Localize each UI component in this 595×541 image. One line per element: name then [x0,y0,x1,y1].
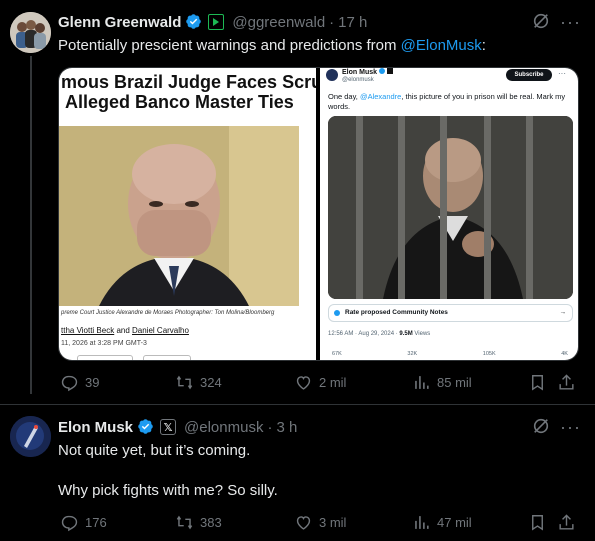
tweet1-text: Potentially prescient warnings and predi… [58,36,486,56]
views-button[interactable]: 85 mil [412,373,472,392]
mention-link[interactable]: @ElonMusk [401,37,482,54]
article-share-button-2 [143,355,191,360]
repost-button[interactable]: 324 [175,373,222,392]
x-affiliate-icon: 𝕏 [160,419,177,435]
media-image-left[interactable]: mous Brazil Judge Faces Scru Alleged Ban… [59,68,316,360]
views-count: 85 mil [437,375,472,390]
tweet1-media[interactable]: mous Brazil Judge Faces Scru Alleged Ban… [58,67,579,361]
author-handle[interactable]: @ggreenwald [232,14,325,31]
embedded-text: One day, @Alexandre, this picture of you… [328,92,572,112]
avatar-glenn-greenwald[interactable] [10,12,51,53]
share-button[interactable] [557,513,576,532]
repost-icon [176,515,193,530]
repost-icon [176,375,193,390]
embedded-meta-time: 12:56 AM · Aug 29, 2024 · [328,331,400,337]
article-photo-caption: preme Court Justice Alexandre de Moraes … [61,310,275,316]
embedded-meta-views-label: Views [412,331,431,337]
bookmark-icon [532,375,543,391]
like-count: 2 mil [319,375,347,390]
verified-badge-icon [185,13,202,32]
article-headline-line2: Alleged Banco Master Ties [65,92,294,112]
byline-and: and [114,326,133,335]
heart-icon [296,516,311,530]
embedded-like-count: 105K [482,351,496,357]
embedded-repost-count: 32K [407,351,418,357]
dot-separator: · [267,418,273,436]
repost-count: 383 [200,515,222,530]
article-photo [59,126,299,306]
views-button[interactable]: 47 mil [412,513,472,532]
reply-count: 39 [85,375,100,390]
article-headline-line1: mous Brazil Judge Faces Scru [61,72,316,92]
tweet1-text-prefix: Potentially prescient warnings and predi… [58,37,401,54]
analytics-icon [415,376,429,389]
tweet-time[interactable]: 3 h [276,419,297,436]
embedded-author-name: Elon Musk [342,69,378,76]
bookmark-button[interactable] [528,513,547,532]
reply-button[interactable]: 39 [60,373,99,392]
reply-count: 176 [85,515,107,530]
tweet-time[interactable]: 17 h [338,14,367,31]
share-icon [559,374,574,390]
author-name[interactable]: Elon Musk [58,419,133,436]
analytics-icon [415,516,429,529]
article-share-button [77,355,133,360]
affiliate-icon [208,14,225,30]
tweet-divider [0,404,595,405]
embedded-mention: @Alexandre [359,92,402,101]
grok-icon[interactable] [532,12,550,35]
avatar-elon-musk[interactable] [10,416,51,457]
embedded-name: Elon Musk [342,68,393,76]
tweet1-text-suffix: : [481,37,486,54]
reply-icon [61,375,78,392]
more-options-icon[interactable]: ··· [560,417,581,438]
embedded-community-notes: Rate proposed Community Notes → [328,304,573,322]
embedded-meta-views: 9.5M [399,331,413,337]
embedded-actions: 67K 32K 105K 4K [332,351,568,357]
author-name[interactable]: Glenn Greenwald [58,14,181,31]
embedded-subscribe-button: Subscribe [506,69,552,81]
like-button[interactable]: 2 mil [294,373,346,392]
grok-icon[interactable] [532,417,550,440]
embedded-more-icon: ··· [558,69,566,78]
tweet2-line2: Why pick fights with me? So silly. [58,482,278,499]
more-options-icon[interactable]: ··· [560,12,581,33]
community-notes-arrow-icon: → [559,309,567,316]
repost-count: 324 [200,375,222,390]
article-date: 11, 2026 at 3:28 PM GMT-3 [61,340,147,347]
article-byline: ttha Viotti Beck and Daniel Carvalho [61,326,189,335]
embedded-handle: @elonmusk [342,77,374,83]
like-count: 3 mil [319,515,347,530]
embedded-prison-photo [328,116,573,299]
reply-button[interactable]: 176 [60,513,107,532]
thread-connector [30,56,32,394]
embedded-avatar [326,69,338,81]
embedded-meta: 12:56 AM · Aug 29, 2024 · 9.5M Views [328,331,430,337]
bookmark-button[interactable] [528,373,547,392]
dot-separator: · [329,13,335,31]
reply-icon [61,515,78,532]
tweet1-header: Glenn Greenwald @ggreenwald · 17 h [58,11,367,33]
embedded-bookmark-count: 4K [561,351,568,357]
verified-badge-icon [137,418,154,437]
community-notes-label: Rate proposed Community Notes [345,309,448,316]
embedded-x-icon [386,68,393,74]
repost-button[interactable]: 383 [175,513,222,532]
tweet2-header: Elon Musk 𝕏 @elonmusk · 3 h [58,416,297,438]
byline-author-b[interactable]: Daniel Carvalho [132,326,189,335]
embedded-reply-count: 67K [332,351,342,357]
author-handle[interactable]: @elonmusk [184,419,263,436]
share-icon [559,514,574,530]
byline-author-a[interactable]: ttha Viotti Beck [61,326,114,335]
embedded-verified-icon [378,68,385,74]
views-count: 47 mil [437,515,472,530]
heart-icon [296,376,311,390]
share-button[interactable] [557,373,576,392]
tweet2-line1: Not quite yet, but it’s coming. [58,442,251,459]
community-notes-icon [334,310,340,316]
media-image-right[interactable]: Elon Musk @elonmusk Subscribe ··· One da… [320,68,578,360]
bookmark-icon [532,515,543,531]
embedded-text-prefix: One day, [328,92,360,101]
like-button[interactable]: 3 mil [294,513,346,532]
